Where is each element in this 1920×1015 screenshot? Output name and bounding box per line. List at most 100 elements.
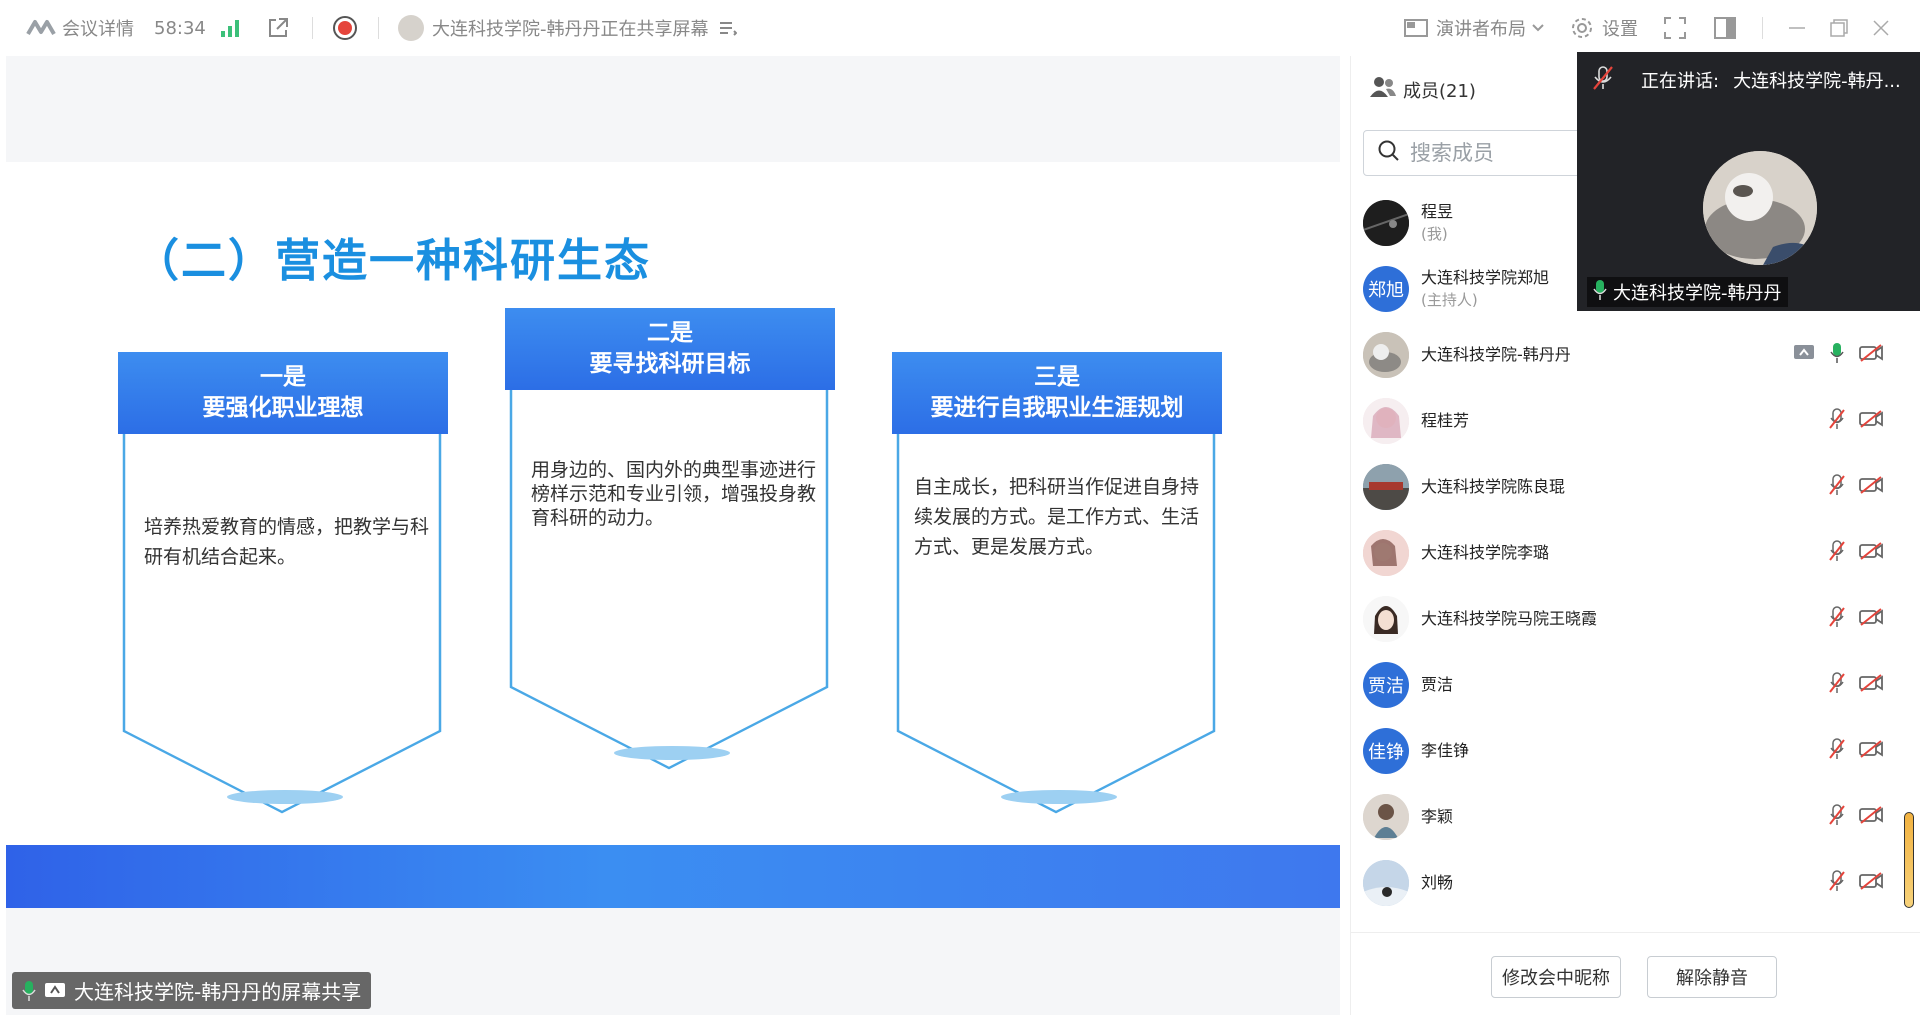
- member-name: 刘畅: [1421, 873, 1454, 892]
- slide-card-3: 三是 要进行自我职业生涯规划 自主成长，把科研当作促进自身持续发展的方式。是工作…: [892, 352, 1230, 814]
- sharer-avatar: [398, 15, 424, 41]
- member-row[interactable]: 大连科技学院李璐: [1363, 526, 1883, 580]
- panel-divider: [1351, 932, 1920, 933]
- settings-button[interactable]: 设置: [1570, 0, 1638, 56]
- members-header: 成员(21): [1369, 76, 1476, 103]
- member-row[interactable]: 大连科技学院陈良琨: [1363, 460, 1883, 514]
- card-3-head-line2: 要进行自我职业生涯规划: [930, 395, 1184, 421]
- card-1-header: 一是 要强化职业理想: [118, 352, 448, 434]
- list-icon[interactable]: [719, 20, 737, 36]
- mic-off-icon[interactable]: [1829, 408, 1845, 430]
- mic-on-icon[interactable]: [1829, 342, 1845, 364]
- member-search-input[interactable]: [1410, 141, 1580, 165]
- member-row[interactable]: 李颖: [1363, 790, 1883, 844]
- member-row[interactable]: 贾洁 贾洁: [1363, 658, 1883, 712]
- card-1-head-line1: 一是: [260, 364, 306, 390]
- sharing-status[interactable]: 大连科技学院-韩丹丹正在共享屏幕: [398, 0, 737, 56]
- sharing-status-text: 大连科技学院-韩丹丹正在共享屏幕: [432, 19, 709, 40]
- speaker-name-text: 大连科技学院-韩丹丹: [1613, 283, 1782, 304]
- screen-share-icon: [1793, 344, 1815, 362]
- screen-share-icon: [44, 982, 66, 1000]
- slide-title: （二）营造一种科研生态: [134, 234, 652, 287]
- member-name: 大连科技学院郑旭: [1421, 268, 1550, 287]
- fullscreen-icon[interactable]: [1664, 0, 1686, 56]
- speaking-label: 正在讲话:: [1641, 71, 1720, 92]
- members-icon: [1369, 76, 1397, 103]
- camera-off-icon[interactable]: [1859, 542, 1883, 560]
- avatar: [1363, 332, 1409, 378]
- settings-label: 设置: [1602, 19, 1638, 40]
- members-scrollbar[interactable]: [1904, 812, 1914, 908]
- card-3-header: 三是 要进行自我职业生涯规划: [892, 352, 1222, 434]
- mic-off-icon[interactable]: [1829, 738, 1845, 760]
- record-icon[interactable]: [332, 0, 358, 56]
- card-1-head-line2: 要强化职业理想: [202, 395, 364, 421]
- mic-off-icon[interactable]: [1829, 474, 1845, 496]
- layout-button[interactable]: 演讲者布局: [1404, 0, 1544, 56]
- rename-button[interactable]: 修改会中昵称: [1491, 956, 1621, 998]
- minimize-icon[interactable]: [1788, 0, 1806, 56]
- avatar: [1363, 596, 1409, 642]
- avatar: [1363, 794, 1409, 840]
- camera-off-icon[interactable]: [1859, 740, 1883, 758]
- member-name: 李颖: [1421, 807, 1454, 826]
- members-title: 成员(21): [1403, 80, 1476, 102]
- member-role: (我): [1421, 225, 1448, 243]
- slide-footer-bar: [6, 845, 1340, 908]
- maximize-icon[interactable]: [1830, 0, 1848, 56]
- share-link-icon[interactable]: [266, 0, 290, 56]
- meeting-details-label: 会议详情: [62, 19, 134, 40]
- speaker-avatar: [1703, 151, 1817, 265]
- unmute-button[interactable]: 解除静音: [1647, 956, 1777, 998]
- screen-share-label-text: 大连科技学院-韩丹丹的屏幕共享: [74, 980, 362, 1004]
- member-row[interactable]: 刘畅: [1363, 856, 1883, 910]
- meeting-duration: 58:34: [154, 17, 206, 39]
- close-icon[interactable]: [1872, 0, 1890, 56]
- card-2-body: 用身边的、国内外的典型事迹进行榜样示范和专业引领，增强投身教育科研的动力。: [531, 459, 817, 529]
- card-2-head-line2: 要寻找科研目标: [589, 351, 751, 377]
- member-name: 程桂芳: [1421, 411, 1470, 430]
- sidebar-toggle-icon[interactable]: [1714, 0, 1736, 56]
- avatar: 佳铮: [1363, 728, 1409, 774]
- avatar: [1363, 200, 1409, 246]
- speaker-name-tag: 大连科技学院-韩丹丹: [1587, 277, 1788, 307]
- camera-off-icon[interactable]: [1859, 872, 1883, 890]
- mic-off-icon[interactable]: [1829, 540, 1845, 562]
- avatar: [1363, 530, 1409, 576]
- member-row[interactable]: 佳铮 李佳铮: [1363, 724, 1883, 778]
- avatar: 郑旭: [1363, 266, 1409, 312]
- mic-off-icon[interactable]: [1829, 606, 1845, 628]
- camera-off-icon[interactable]: [1859, 608, 1883, 626]
- mic-icon: [1593, 279, 1607, 306]
- screen-share-label: 大连科技学院-韩丹丹的屏幕共享: [12, 972, 372, 1009]
- presentation-slide: （二）营造一种科研生态 一是 要强化职业理想 培养热爱教育的情感，把教学与科研有…: [6, 162, 1340, 908]
- member-name: 大连科技学院李璐: [1421, 543, 1550, 562]
- camera-off-icon[interactable]: [1859, 410, 1883, 428]
- speaking-indicator: 正在讲话: 大连科技学院-韩丹...: [1577, 52, 1920, 108]
- member-row[interactable]: 大连科技学院马院王晓霞: [1363, 592, 1883, 646]
- speaker-video-popup[interactable]: 正在讲话: 大连科技学院-韩丹... 大连科技学院-韩丹丹: [1577, 52, 1920, 311]
- slide-card-2: 二是 要寻找科研目标 用身边的、国内外的典型事迹进行榜样示范和专业引领，增强投身…: [505, 308, 843, 770]
- member-row[interactable]: 大连科技学院-韩丹丹: [1363, 328, 1883, 382]
- member-name: 李佳铮: [1421, 741, 1470, 760]
- camera-off-icon[interactable]: [1859, 344, 1883, 362]
- member-row[interactable]: 程桂芳: [1363, 394, 1883, 448]
- meeting-details-button[interactable]: 会议详情: [26, 0, 134, 56]
- card-1-shadow: [227, 790, 343, 804]
- card-3-shadow: [1001, 790, 1117, 804]
- mic-off-icon[interactable]: [1829, 870, 1845, 892]
- camera-off-icon[interactable]: [1859, 806, 1883, 824]
- card-2-header: 二是 要寻找科研目标: [505, 308, 835, 390]
- signal-icon[interactable]: [220, 0, 242, 56]
- avatar: [1363, 860, 1409, 906]
- card-3-body: 自主成长，把科研当作促进自身持续发展的方式。是工作方式、生活方式、更是发展方式。: [914, 476, 1200, 558]
- search-icon: [1378, 140, 1400, 166]
- mic-icon: [22, 980, 36, 1002]
- mic-off-icon[interactable]: [1829, 804, 1845, 826]
- camera-off-icon[interactable]: [1859, 476, 1883, 494]
- speaking-name: 大连科技学院-韩丹...: [1733, 71, 1901, 92]
- mic-off-icon[interactable]: [1829, 672, 1845, 694]
- camera-off-icon[interactable]: [1859, 674, 1883, 692]
- member-name: 大连科技学院马院王晓霞: [1421, 609, 1598, 628]
- card-3-head-line1: 三是: [1034, 364, 1080, 390]
